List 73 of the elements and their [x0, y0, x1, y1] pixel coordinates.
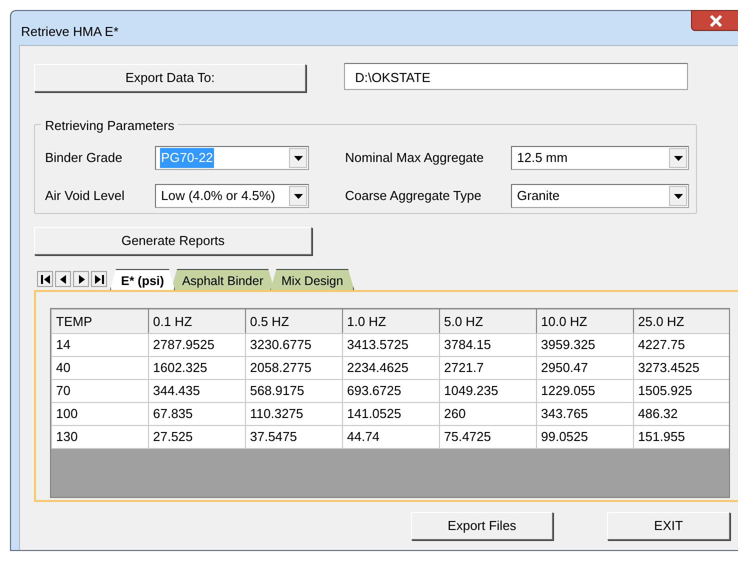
navigation-arrow-icon: [40, 274, 50, 284]
dropdown-arrow-button[interactable]: [669, 186, 687, 206]
dropdown-value: PG70-22: [160, 148, 214, 168]
table-cell: 70: [52, 380, 148, 402]
table-cell: 3784.15: [440, 334, 536, 356]
close-icon: [709, 14, 723, 26]
export-data-button[interactable]: Export Data To:: [34, 64, 306, 92]
dropdown-value: Low (4.0% or 4.5%): [160, 187, 276, 206]
table-cell: 37.5475: [246, 426, 342, 448]
caret-icon: [294, 156, 302, 160]
column-header: 1.0 HZ: [342, 310, 440, 334]
tab[interactable]: E* (psi): [110, 269, 176, 290]
dropdown-value: Granite: [516, 187, 561, 206]
caret-icon: [674, 156, 682, 160]
caret-icon: [294, 194, 302, 198]
table-cell: 40: [52, 356, 148, 380]
table-cell: 344.435: [148, 380, 246, 402]
dropdown-arrow-button[interactable]: [669, 148, 687, 168]
table-cell: 27.525: [148, 426, 246, 448]
column-header: TEMP: [52, 310, 148, 334]
field-label: Air Void Level: [45, 187, 126, 206]
table-cell: 693.6725: [342, 380, 440, 402]
table-cell: 14: [52, 334, 148, 356]
column-header: 5.0 HZ: [440, 310, 536, 334]
table-cell: 2721.7: [440, 356, 536, 380]
path-field[interactable]: D:\OKSTATE: [344, 63, 688, 90]
table-cell: 343.765: [536, 402, 634, 426]
generate-reports-button[interactable]: Generate Reports: [34, 227, 312, 255]
column-header: 0.1 HZ: [148, 310, 246, 334]
column-header: 25.0 HZ: [634, 310, 729, 334]
navigation-arrow-icon: [94, 274, 104, 284]
field-label: Coarse Aggregate Type: [345, 187, 482, 206]
table-cell: 3230.6775: [246, 334, 342, 356]
close-button[interactable]: [691, 10, 738, 31]
table-cell: 1602.325: [148, 356, 246, 380]
dropdown[interactable]: 12.5 mm: [511, 146, 689, 170]
table-cell: 1229.055: [536, 380, 634, 402]
table-cell: 260: [440, 402, 536, 426]
table-cell: 3959.325: [536, 334, 634, 356]
table-cell: 75.4725: [440, 426, 536, 448]
table-cell: 1049.235: [440, 380, 536, 402]
table-cell: 44.74: [342, 426, 440, 448]
dropdown-value: 12.5 mm: [516, 149, 569, 168]
column-header: 0.5 HZ: [246, 310, 342, 334]
navigation-button[interactable]: [73, 271, 89, 287]
column-header: 10.0 HZ: [536, 310, 634, 334]
field-label: Binder Grade: [45, 149, 124, 168]
table-cell: 2058.2775: [246, 356, 342, 380]
exit-button[interactable]: EXIT: [607, 512, 730, 540]
caret-icon: [674, 194, 682, 198]
dropdown[interactable]: Granite: [511, 184, 689, 208]
window-title: Retrieve HMA E*: [21, 23, 119, 41]
table-cell: 568.9175: [246, 380, 342, 402]
dropdown-arrow-button[interactable]: [289, 148, 307, 168]
table-cell: 67.835: [148, 402, 246, 426]
table-cell: 2234.4625: [342, 356, 440, 380]
table-cell: 2950.47: [536, 356, 634, 380]
table-cell: 3413.5725: [342, 334, 440, 356]
table-cell: 99.0525: [536, 426, 634, 448]
table-cell: 100: [52, 402, 148, 426]
field-label: Nominal Max Aggregate: [345, 149, 485, 168]
table-cell: 141.0525: [342, 402, 440, 426]
navigation-button[interactable]: [37, 271, 53, 287]
navigation-button[interactable]: [91, 271, 107, 287]
table-cell: 2787.9525: [148, 334, 246, 356]
table-cell: 130: [52, 426, 148, 448]
dropdown[interactable]: Low (4.0% or 4.5%): [155, 184, 309, 208]
table-cell: 110.3275: [246, 402, 342, 426]
tab[interactable]: Mix Design: [270, 269, 354, 290]
tab[interactable]: Asphalt Binder: [171, 269, 274, 290]
dropdown-arrow-button[interactable]: [289, 186, 307, 206]
navigation-button[interactable]: [55, 271, 71, 287]
export-files-button[interactable]: Export Files: [411, 512, 553, 540]
